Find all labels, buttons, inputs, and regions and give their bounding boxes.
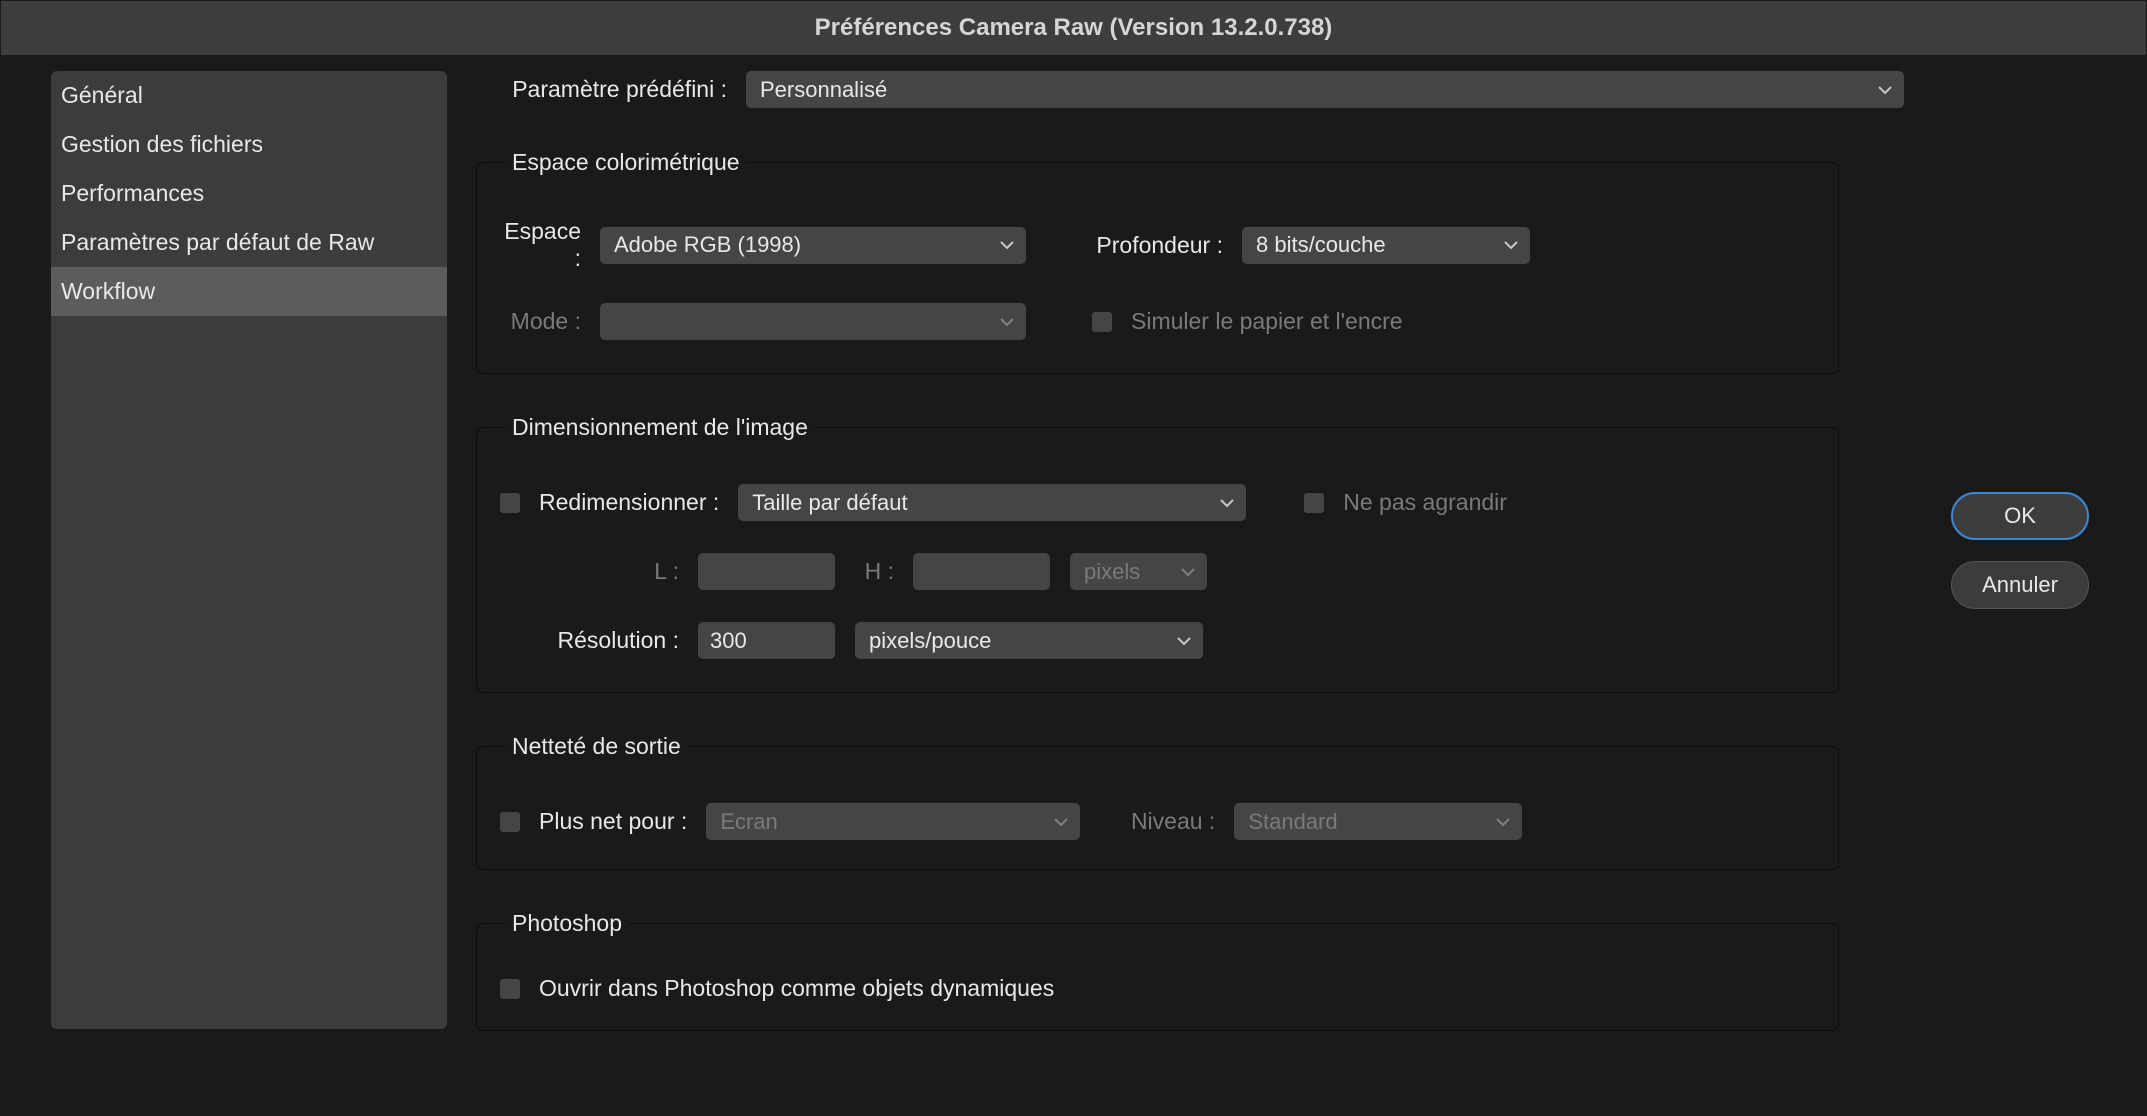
sidebar-item-label: Général — [61, 82, 143, 108]
resolution-units-value: pixels/pouce — [869, 628, 991, 654]
sidebar-item-label: Gestion des fichiers — [61, 131, 263, 157]
camera-raw-prefs-dialog: Préférences Camera Raw (Version 13.2.0.7… — [0, 0, 2147, 1116]
chevron-down-icon — [1181, 567, 1195, 577]
sidebar-item-performance[interactable]: Performances — [51, 169, 447, 218]
resize-checkbox[interactable] — [499, 492, 521, 514]
preset-select[interactable]: Personnalisé — [745, 70, 1905, 109]
resolution-units-select[interactable]: pixels/pouce — [854, 621, 1204, 660]
output-sharpen-group: Netteté de sortie Plus net pour : Ecran … — [476, 733, 1839, 870]
dialog-buttons: OK Annuler — [1951, 492, 2111, 609]
size-units-select: pixels — [1069, 552, 1208, 591]
chevron-down-icon — [1000, 240, 1014, 250]
amount-label: Niveau : — [1099, 808, 1215, 835]
simulate-paper-label: Simuler le papier et l'encre — [1131, 308, 1403, 335]
mode-label: Mode : — [499, 308, 581, 335]
sidebar-item-label: Performances — [61, 180, 204, 206]
height-label: H : — [854, 558, 894, 585]
sharpen-for-select: Ecran — [705, 802, 1081, 841]
chevron-down-icon — [1496, 817, 1510, 827]
depth-value: 8 bits/couche — [1256, 232, 1386, 258]
colorspace-group: Espace colorimétrique Espace : Adobe RGB… — [476, 149, 1839, 374]
preset-value: Personnalisé — [760, 77, 887, 103]
resize-select[interactable]: Taille par défaut — [737, 483, 1247, 522]
sidebar-item-label: Workflow — [61, 278, 155, 304]
chevron-down-icon — [1878, 85, 1892, 95]
chevron-down-icon — [1000, 317, 1014, 327]
dialog-body: Général Gestion des fichiers Performance… — [0, 56, 2147, 1041]
resolution-input[interactable] — [697, 621, 836, 660]
resize-label: Redimensionner : — [539, 489, 719, 516]
height-input — [912, 552, 1051, 591]
titlebar: Préférences Camera Raw (Version 13.2.0.7… — [0, 0, 2147, 56]
sidebar-item-general[interactable]: Général — [51, 71, 447, 120]
resize-value: Taille par défaut — [752, 490, 907, 516]
depth-label: Profondeur : — [1063, 232, 1223, 259]
chevron-down-icon — [1504, 240, 1518, 250]
main: Paramètre prédéfini : Personnalisé Espac… — [476, 70, 2111, 1041]
chevron-down-icon — [1220, 498, 1234, 508]
ok-button-label: OK — [2004, 503, 2036, 529]
sidebar: Général Gestion des fichiers Performance… — [50, 70, 448, 1030]
simulate-paper-checkbox — [1091, 311, 1113, 333]
space-value: Adobe RGB (1998) — [614, 232, 801, 258]
width-label: L : — [499, 558, 679, 585]
sidebar-item-raw-defaults[interactable]: Paramètres par défaut de Raw — [51, 218, 447, 267]
resolution-label: Résolution : — [499, 627, 679, 654]
cancel-button-label: Annuler — [1982, 572, 2058, 598]
preset-label: Paramètre prédéfini : — [476, 76, 727, 103]
ok-button[interactable]: OK — [1951, 492, 2089, 540]
cancel-button[interactable]: Annuler — [1951, 561, 2089, 609]
image-sizing-legend: Dimensionnement de l'image — [505, 414, 815, 441]
output-sharpen-legend: Netteté de sortie — [505, 733, 688, 760]
no-enlarge-checkbox — [1303, 492, 1325, 514]
width-input — [697, 552, 836, 591]
smart-objects-label: Ouvrir dans Photoshop comme objets dynam… — [539, 975, 1054, 1002]
title-text: Préférences Camera Raw (Version 13.2.0.7… — [815, 14, 1333, 42]
sidebar-item-workflow[interactable]: Workflow — [51, 267, 447, 316]
sharpen-for-value: Ecran — [720, 809, 777, 835]
smart-objects-checkbox[interactable] — [499, 978, 521, 1000]
photoshop-legend: Photoshop — [505, 910, 629, 937]
space-select[interactable]: Adobe RGB (1998) — [599, 226, 1027, 265]
image-sizing-group: Dimensionnement de l'image Redimensionne… — [476, 414, 1839, 693]
space-label: Espace : — [499, 218, 581, 272]
no-enlarge-label: Ne pas agrandir — [1343, 489, 1507, 516]
photoshop-group: Photoshop Ouvrir dans Photoshop comme ob… — [476, 910, 1839, 1031]
sidebar-item-file-handling[interactable]: Gestion des fichiers — [51, 120, 447, 169]
chevron-down-icon — [1177, 636, 1191, 646]
sidebar-item-label: Paramètres par défaut de Raw — [61, 229, 374, 255]
colorspace-legend: Espace colorimétrique — [505, 149, 747, 176]
depth-select[interactable]: 8 bits/couche — [1241, 226, 1531, 265]
size-units-value: pixels — [1084, 559, 1140, 585]
sharpen-for-checkbox[interactable] — [499, 811, 521, 833]
sharpen-for-label: Plus net pour : — [539, 808, 687, 835]
amount-value: Standard — [1248, 809, 1337, 835]
chevron-down-icon — [1054, 817, 1068, 827]
amount-select: Standard — [1233, 802, 1523, 841]
mode-select — [599, 302, 1027, 341]
